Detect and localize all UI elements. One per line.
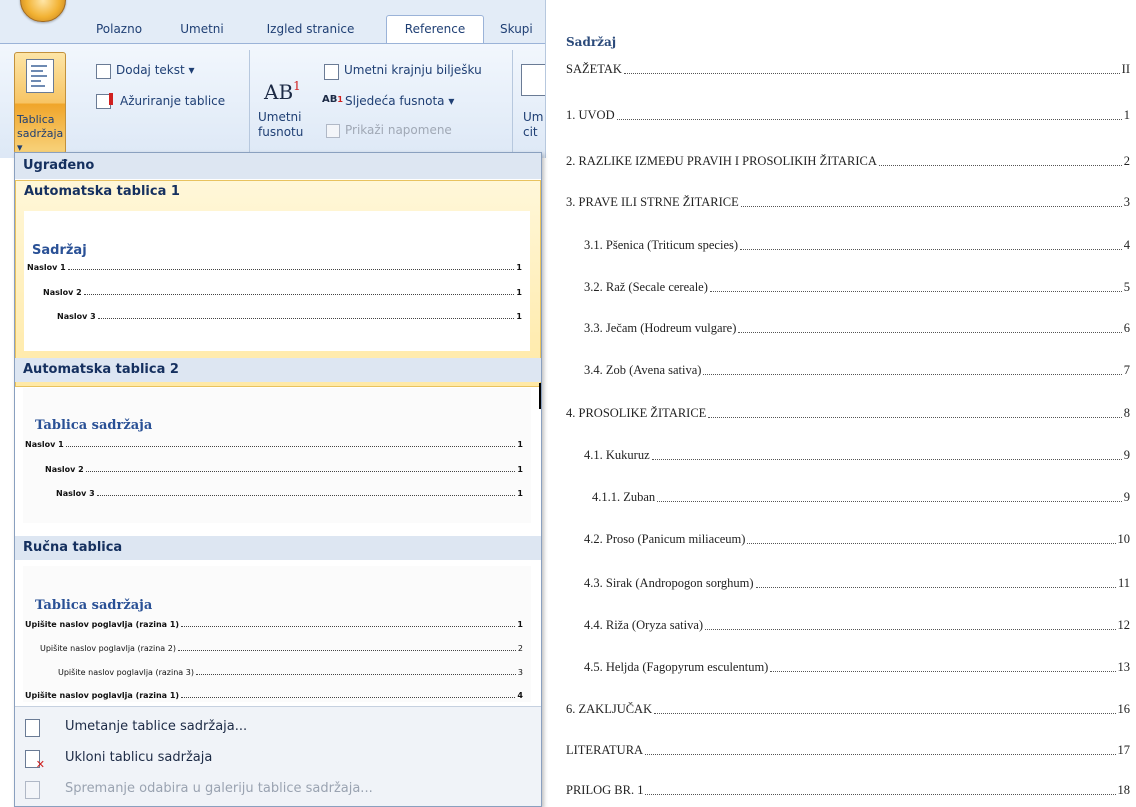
gallery-item-title: Automatska tablica 1 xyxy=(24,184,180,199)
preview-title: Tablica sadržaja xyxy=(35,598,153,613)
gallery-item-title: Ručna tablica xyxy=(15,536,541,560)
toc-entry[interactable]: 3.2. Raž (Secale cereale) 5 xyxy=(584,280,1130,295)
table-of-contents-button[interactable]: Tablica sadržaja ▾ xyxy=(14,52,66,154)
preview-row: Upišite naslov poglavlja (razina 3) 3 xyxy=(58,668,523,677)
menu-item-label: Umetanje tablice sadržaja... xyxy=(65,719,248,734)
insert-footnote-line1: Umetni xyxy=(258,110,302,124)
save-selection-icon xyxy=(25,781,40,799)
insert-footnote-button[interactable]: Umetni fusnotu xyxy=(258,110,303,140)
toc-preview: Tablica sadržaja Upišite naslov poglavlj… xyxy=(23,566,531,702)
show-notes-icon xyxy=(326,124,340,138)
toc-document-icon xyxy=(26,59,54,93)
insert-footnote-line2: fusnotu xyxy=(258,125,304,139)
toc-entry[interactable]: 3.1. Pšenica (Triticum species) 4 xyxy=(584,238,1130,253)
next-footnote-button[interactable]: Sljedeća fusnota ▾ xyxy=(345,94,454,108)
text-cursor xyxy=(539,383,541,409)
office-button[interactable] xyxy=(20,0,66,22)
remove-toc-icon: ✕ xyxy=(25,750,45,771)
toc-entry[interactable]: 4.5. Heljda (Fagopyrum esculentum) 13 xyxy=(584,660,1130,675)
update-table-button[interactable]: Ažuriranje tablice xyxy=(120,94,225,108)
endnote-icon xyxy=(324,64,339,80)
toc-entry[interactable]: 4.4. Riža (Oryza sativa) 12 xyxy=(584,618,1130,633)
toc-preview: Sadržaj Naslov 11 Naslov 21 Naslov 31 xyxy=(24,211,530,351)
ribbon: Polazno Umetni Izgled stranice Reference… xyxy=(0,0,546,158)
group-separator xyxy=(512,50,513,155)
insert-citation-line2: cit xyxy=(523,125,538,139)
toc-entry[interactable]: 6. ZAKLJUČAK 16 xyxy=(566,702,1130,717)
insert-citation-button[interactable]: Um cit xyxy=(523,110,543,140)
toc-entry[interactable]: 1. UVOD 1 xyxy=(566,108,1130,123)
ab-glyph: AB xyxy=(264,80,294,104)
menu-item-save-selection[interactable]: Spremanje odabira u galeriju tablice sad… xyxy=(15,775,541,804)
tab-reference[interactable]: Reference xyxy=(386,15,484,44)
show-notes-button[interactable]: Prikaži napomene xyxy=(345,123,452,137)
add-text-button[interactable]: Dodaj tekst ▾ xyxy=(116,63,195,77)
toc-entry[interactable]: SAŽETAK II xyxy=(566,62,1130,77)
menu-item-label: Spremanje odabira u galeriju tablice sad… xyxy=(65,781,373,796)
toc-entry[interactable]: 3.3. Ječam (Hodreum vulgare) 6 xyxy=(584,321,1130,336)
preview-row: Naslov 11 xyxy=(25,440,523,449)
toc-entry[interactable]: 4.3. Sirak (Andropogon sorghum) 11 xyxy=(584,576,1130,591)
toc-entry[interactable]: PRILOG BR. 1 18 xyxy=(566,783,1130,798)
menu-item-remove-toc[interactable]: ✕ Ukloni tablicu sadržaja xyxy=(15,744,541,773)
next-footnote-icon: AB1 xyxy=(322,94,343,105)
toc-entry[interactable]: 4.2. Proso (Panicum miliaceum) 10 xyxy=(584,532,1130,547)
toc-entry[interactable]: 4. PROSOLIKE ŽITARICE 8 xyxy=(566,406,1130,421)
toc-preview: Tablica sadržaja Naslov 11 Naslov 21 Nas… xyxy=(23,388,531,523)
toc-entry[interactable]: 4.1. Kukuruz 9 xyxy=(584,448,1130,463)
preview-row: Upišite naslov poglavlja (razina 1) 1 xyxy=(25,620,523,629)
toc-button-label: Tablica sadržaja ▾ xyxy=(15,113,67,155)
insert-endnote-button[interactable]: Umetni krajnju bilješku xyxy=(344,63,482,77)
preview-row: Naslov 21 xyxy=(43,288,522,297)
gallery-item-automatic-1[interactable]: Automatska tablica 1 Sadržaj Naslov 11 N… xyxy=(15,180,541,387)
ab-superscript: 1 xyxy=(293,79,301,93)
toc-entry[interactable]: 3.4. Zob (Avena sativa) 7 xyxy=(584,363,1130,378)
tab-skupi[interactable]: Skupi xyxy=(500,16,545,42)
menu-item-label: Ukloni tablicu sadržaja xyxy=(65,750,213,765)
tab-polazno[interactable]: Polazno xyxy=(85,16,153,42)
toc-menu: Umetanje tablice sadržaja... ✕ Ukloni ta… xyxy=(15,706,541,806)
preview-title: Sadržaj xyxy=(32,243,87,258)
gallery-item-automatic-2[interactable]: Automatska tablica 2 Tablica sadržaja Na… xyxy=(15,358,541,528)
toc-entry[interactable]: 4.1.1. Zuban 9 xyxy=(592,490,1130,505)
toc-label-line1: Tablica xyxy=(17,113,55,126)
insert-toc-icon xyxy=(25,719,40,737)
tab-umetni[interactable]: Umetni xyxy=(168,16,236,42)
preview-title: Tablica sadržaja xyxy=(35,418,153,433)
preview-row: Upišite naslov poglavlja (razina 2) 2 xyxy=(40,644,523,653)
preview-row: Naslov 21 xyxy=(45,465,523,474)
preview-row: Upišite naslov poglavlja (razina 1) 4 xyxy=(25,691,523,700)
document-toc-title: Sadržaj xyxy=(566,35,617,49)
toc-entry[interactable]: 2. RAZLIKE IZMEĐU PRAVIH I PROSOLIKIH ŽI… xyxy=(566,154,1130,169)
insert-footnote-icon: AB1 xyxy=(264,79,301,104)
insert-citation-line1: Um xyxy=(523,110,544,124)
preview-row: Naslov 31 xyxy=(56,489,523,498)
group-separator xyxy=(249,50,250,155)
menu-item-insert-toc[interactable]: Umetanje tablice sadržaja... xyxy=(15,713,541,742)
update-table-icon xyxy=(96,93,113,109)
preview-row: Naslov 31 xyxy=(57,312,522,321)
gallery-item-title: Automatska tablica 2 xyxy=(15,358,541,382)
add-text-icon xyxy=(96,64,111,79)
builtin-section-header: Ugrađeno xyxy=(15,153,541,179)
insert-citation-icon xyxy=(521,64,545,96)
toc-label-line2: sadržaja ▾ xyxy=(17,127,64,154)
tab-izgled-stranice[interactable]: Izgled stranice xyxy=(253,16,368,42)
toc-entry[interactable]: 3. PRAVE ILI STRNE ŽITARICE 3 xyxy=(566,195,1130,210)
gallery-item-manual[interactable]: Ručna tablica Tablica sadržaja Upišite n… xyxy=(15,536,541,704)
toc-entry[interactable]: LITERATURA 17 xyxy=(566,743,1130,758)
toc-gallery-dropdown: Ugrađeno Automatska tablica 1 Sadržaj Na… xyxy=(14,152,542,807)
preview-row: Naslov 11 xyxy=(27,263,522,272)
